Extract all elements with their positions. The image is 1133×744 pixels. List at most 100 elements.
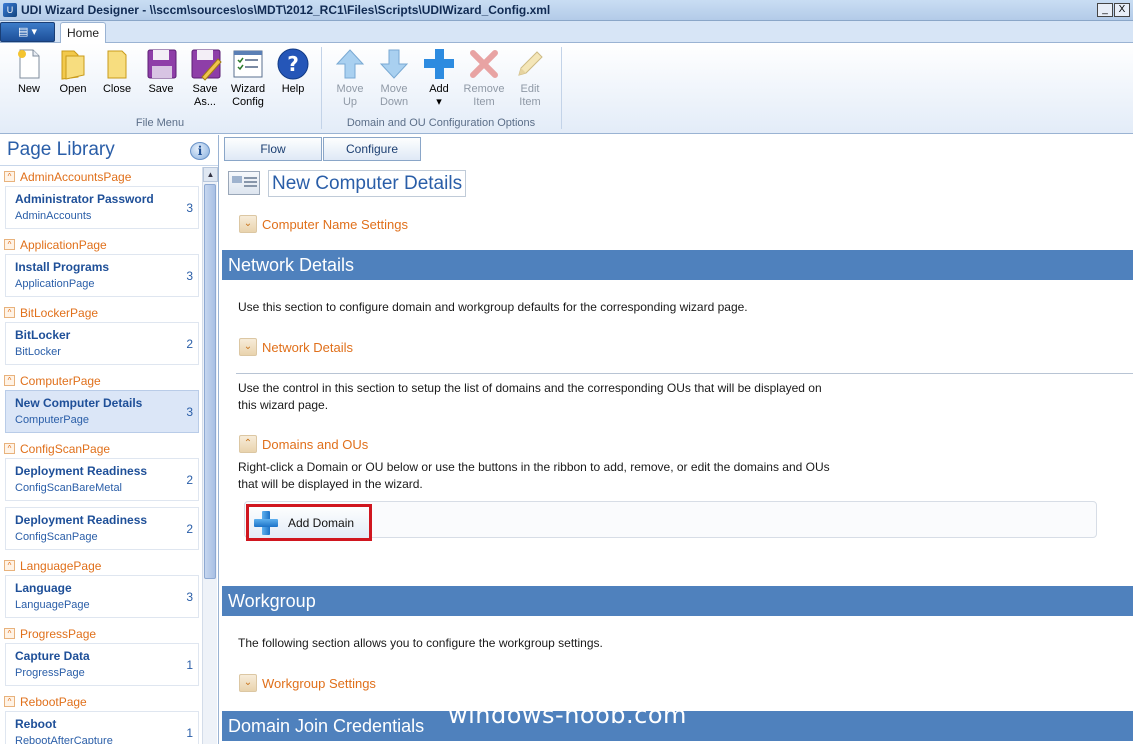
library-item-name: Reboot <box>15 717 57 731</box>
library-category[interactable]: ^ ComputerPage <box>0 371 202 390</box>
edit-pencil-icon <box>518 51 543 76</box>
library-item-type: ConfigScanPage <box>15 531 98 543</box>
library-item-count: 2 <box>186 522 193 536</box>
library-item-type: ComputerPage <box>15 414 89 426</box>
domains-and-ous-toggle[interactable]: ⌃ Domains and OUs <box>239 435 368 453</box>
tab-configure[interactable]: Configure <box>323 137 421 161</box>
library-item[interactable]: Deployment Readiness ConfigScanPage 2 <box>5 507 199 550</box>
library-category[interactable]: ^ LanguagePage <box>0 556 202 575</box>
library-item-name: Deployment Readiness <box>15 513 148 527</box>
chevron-down-icon: ⌄ <box>239 215 257 233</box>
wizard-config-button[interactable]: Wizard Config <box>226 47 270 109</box>
scrollbar-thumb[interactable] <box>204 184 216 579</box>
network-details-toggle[interactable]: ⌄ Network Details <box>239 338 353 356</box>
network-details-band: Network Details <box>222 250 1133 280</box>
library-item[interactable]: Language LanguagePage 3 <box>5 575 199 618</box>
collapse-caret-icon[interactable]: ^ <box>4 171 15 182</box>
designer-pane: Flow Configure New Computer Details ⌄ Co… <box>222 135 1133 744</box>
library-item-count: 2 <box>186 337 193 351</box>
move-up-button[interactable]: Move Up <box>328 47 372 109</box>
save-as-icon <box>191 49 222 81</box>
open-button[interactable]: Open <box>51 47 95 96</box>
save-button[interactable]: Save <box>139 47 183 96</box>
page-library-title: Page Library <box>7 139 115 160</box>
close-button[interactable]: X <box>1114 3 1130 17</box>
minimize-button[interactable]: _ <box>1097 3 1113 17</box>
scroll-up-arrow-icon[interactable]: ▲ <box>203 167 218 182</box>
window-title: UDI Wizard Designer - \\sccm\sources\os\… <box>21 3 551 17</box>
network-description: Use this section to configure domain and… <box>238 300 748 314</box>
library-category[interactable]: ^ ProgressPage <box>0 624 202 643</box>
right-click-description: Right-click a Domain or OU below or use … <box>238 460 830 491</box>
library-item[interactable]: Administrator Password AdminAccounts 3 <box>5 186 199 229</box>
ribbon-group-separator <box>561 47 562 129</box>
move-down-button[interactable]: Move Down <box>372 47 416 109</box>
workgroup-description: The following section allows you to conf… <box>238 636 603 650</box>
library-item-count: 1 <box>186 726 193 740</box>
collapse-caret-icon[interactable]: ^ <box>4 560 15 571</box>
library-item-name: New Computer Details <box>15 396 143 410</box>
section-divider <box>236 373 1133 374</box>
library-category-label: ConfigScanPage <box>20 441 111 456</box>
collapse-caret-icon[interactable]: ^ <box>4 307 15 318</box>
library-category[interactable]: ^ AdminAccountsPage <box>0 167 202 186</box>
library-item-name: Administrator Password <box>15 192 154 206</box>
library-item-count: 3 <box>186 201 193 215</box>
arrow-up-icon <box>335 49 365 79</box>
collapse-caret-icon[interactable]: ^ <box>4 375 15 386</box>
close-file-button[interactable]: Close <box>95 47 139 96</box>
library-item-count: 3 <box>186 590 193 604</box>
library-category[interactable]: ^ BitLockerPage <box>0 303 202 322</box>
collapse-caret-icon[interactable]: ^ <box>4 443 15 454</box>
info-icon[interactable]: i <box>190 142 210 160</box>
edit-item-button[interactable]: Edit Item <box>508 47 552 109</box>
library-item[interactable]: Install Programs ApplicationPage 3 <box>5 254 199 297</box>
library-item[interactable]: Capture Data ProgressPage 1 <box>5 643 199 686</box>
page-library-scrollbar[interactable]: ▲ <box>202 167 218 744</box>
library-category[interactable]: ^ ConfigScanPage <box>0 439 202 458</box>
closed-folder-icon <box>107 50 127 79</box>
library-item[interactable]: BitLocker BitLocker 2 <box>5 322 199 365</box>
collapse-caret-icon[interactable]: ^ <box>4 628 15 639</box>
computer-name-settings-toggle[interactable]: ⌄ Computer Name Settings <box>239 215 408 233</box>
library-item[interactable]: Reboot RebootAfterCapture 1 <box>5 711 199 744</box>
library-category[interactable]: ^ RebootPage <box>0 692 202 711</box>
tab-flow[interactable]: Flow <box>224 137 322 161</box>
app-icon: U <box>3 3 17 17</box>
add-plus-icon <box>424 49 454 79</box>
file-menu-group-label: File Menu <box>135 117 185 129</box>
help-button[interactable]: ? Help <box>271 47 315 96</box>
page-title[interactable]: New Computer Details <box>268 169 467 197</box>
add-button[interactable]: Add ▾ <box>417 47 461 109</box>
library-item-count: 1 <box>186 658 193 672</box>
open-folder-icon <box>61 50 85 80</box>
new-file-icon <box>18 49 40 79</box>
workgroup-settings-toggle[interactable]: ⌄ Workgroup Settings <box>239 674 376 692</box>
library-item-type: ProgressPage <box>15 667 85 679</box>
application-menu-button[interactable]: ▤ ▾ <box>0 22 55 42</box>
collapse-caret-icon[interactable]: ^ <box>4 696 15 707</box>
library-category-label: LanguagePage <box>20 558 102 573</box>
library-category-label: AdminAccountsPage <box>20 169 132 184</box>
tab-home[interactable]: Home <box>60 22 106 44</box>
library-category-label: ApplicationPage <box>20 237 107 252</box>
add-domain-button[interactable]: Add Domain <box>246 504 372 541</box>
library-item-name: BitLocker <box>15 328 71 342</box>
add-plus-icon <box>254 510 278 535</box>
new-button[interactable]: New <box>7 47 51 96</box>
library-item-type: RebootAfterCapture <box>15 735 113 744</box>
save-as-button[interactable]: Save As... <box>183 47 227 109</box>
library-category[interactable]: ^ ApplicationPage <box>0 235 202 254</box>
workgroup-band: Workgroup <box>222 586 1133 616</box>
library-category-label: RebootPage <box>20 694 87 709</box>
remove-x-icon <box>470 50 498 78</box>
chevron-up-icon: ⌃ <box>239 435 257 453</box>
remove-item-button[interactable]: Remove Item <box>462 47 506 109</box>
library-category-label: ComputerPage <box>20 373 101 388</box>
svg-text:?: ? <box>287 52 299 76</box>
library-item[interactable]: New Computer Details ComputerPage 3 <box>5 390 199 433</box>
help-icon: ? <box>277 48 309 80</box>
library-item[interactable]: Deployment Readiness ConfigScanBareMetal 2 <box>5 458 199 501</box>
library-item-type: BitLocker <box>15 346 61 358</box>
collapse-caret-icon[interactable]: ^ <box>4 239 15 250</box>
